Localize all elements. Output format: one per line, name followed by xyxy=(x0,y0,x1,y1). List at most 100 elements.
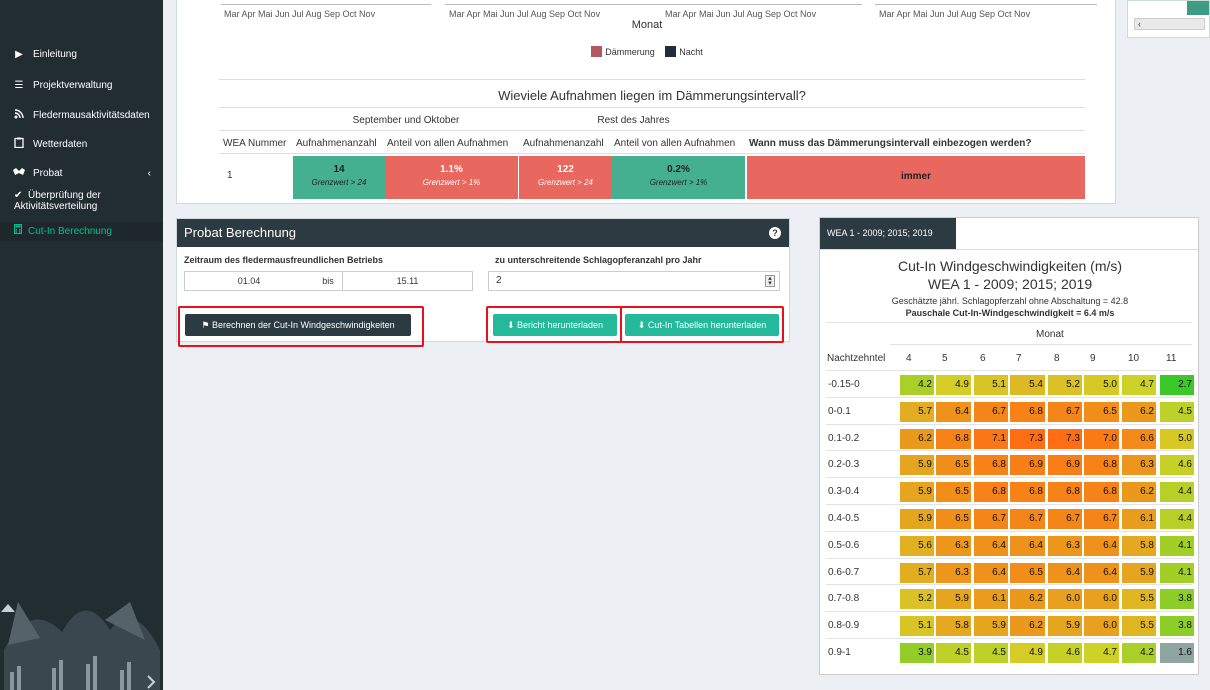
divider xyxy=(890,344,1192,345)
cut-in-cell: 1.6 xyxy=(1160,643,1194,663)
month-header: 7 xyxy=(1016,353,1022,364)
cut-in-cell: 7.3 xyxy=(1010,428,1045,449)
table-row: 0.7-0.8 5.2 5.9 6.1 6.2 6.0 6.0 5.5 3.8 xyxy=(826,584,1194,611)
divider xyxy=(219,130,1085,131)
teal-block xyxy=(1187,1,1209,15)
row-header-nachtzehntel: Nachtzehntel xyxy=(827,353,886,364)
cut-in-cell: 6.2 xyxy=(1010,616,1045,637)
cut-in-cell: 6.8 xyxy=(1010,482,1045,503)
divider xyxy=(826,322,1192,323)
table-row: 0.5-0.6 5.6 6.3 6.4 6.4 6.3 6.4 5.8 4.1 xyxy=(826,530,1194,558)
sidebar-item-projektverwaltung[interactable]: ☰ Projektverwaltung xyxy=(0,77,163,93)
horizontal-scrollbar[interactable]: ‹ xyxy=(1134,18,1205,30)
table-row: 0.1-0.2 6.2 6.8 7.1 7.3 7.3 7.0 6.6 5.0 xyxy=(826,423,1194,451)
cut-in-cell: 7.3 xyxy=(1048,428,1082,449)
x-axis-line xyxy=(875,4,1097,8)
sidebar-item-wetterdaten[interactable]: Wetterdaten xyxy=(0,136,163,152)
cut-in-cell: 3.9 xyxy=(900,643,934,663)
cut-in-cell: 5.5 xyxy=(1122,616,1156,637)
cut-in-cell: 6.4 xyxy=(1084,562,1119,583)
cut-in-cell: 4.4 xyxy=(1160,482,1194,503)
cut-in-cell: 6.2 xyxy=(1122,482,1156,503)
legend-entry-nacht: Nacht xyxy=(665,46,703,57)
row-label: 0-0.1 xyxy=(828,405,851,417)
cut-in-cell: 5.4 xyxy=(1010,375,1045,395)
tab-wea-1[interactable]: WEA 1 - 2009; 2015; 2019 xyxy=(820,218,956,249)
table-row: -0.15-0 4.2 4.9 5.1 5.4 5.2 5.0 4.7 2.7 xyxy=(826,370,1194,397)
cut-in-cell: 6.8 xyxy=(936,428,971,449)
bat-icon xyxy=(12,167,26,179)
period-label: Zeitraum des fledermausfreundlichen Betr… xyxy=(184,255,384,265)
column-header-count-sep-oct: Aufnahmenanzahl xyxy=(296,138,377,149)
cut-in-cell: 5.7 xyxy=(900,562,934,583)
cut-in-cell: 5.6 xyxy=(900,535,934,556)
cut-in-cell: 6.2 xyxy=(1010,589,1045,610)
number-spinner[interactable]: ▴ ▾ xyxy=(765,275,775,287)
cut-in-cell: 6.0 xyxy=(1084,589,1119,610)
help-icon[interactable]: ? xyxy=(769,227,781,239)
cut-in-cell: 6.5 xyxy=(936,509,971,529)
sidebar-subitem-cut-in[interactable]: Cut-In Berechnung xyxy=(0,222,163,241)
legend-swatch xyxy=(665,46,677,57)
cut-in-cell: 6.7 xyxy=(974,509,1008,529)
estimate-note: Geschätzte jährl. Schlagopferzahl ohne A… xyxy=(891,296,1129,306)
table-row: 0.2-0.3 5.9 6.5 6.8 6.9 6.9 6.8 6.3 4.6 xyxy=(826,450,1194,477)
row-label: 0.2-0.3 xyxy=(828,459,860,471)
column-header-share-sep-oct: Anteil von allen Aufnahmen xyxy=(387,138,509,149)
sidebar-item-probat[interactable]: Probat ‹ xyxy=(0,165,163,181)
cut-in-cell: 6.5 xyxy=(1084,401,1119,422)
sidebar-item-fledermausaktivitaetsdaten[interactable]: Fledermausaktivitätsdaten xyxy=(0,107,163,123)
cell-wea-number: 1 xyxy=(227,170,233,181)
cut-in-cell: 5.0 xyxy=(1160,428,1194,449)
cut-in-cell: 3.8 xyxy=(1160,589,1194,610)
month-header: 5 xyxy=(942,353,948,364)
sliders-icon: ☰ xyxy=(14,79,24,91)
row-label: 0.9-1 xyxy=(828,647,851,658)
period-from-input[interactable]: 01.04 xyxy=(184,271,314,291)
cut-in-cell: 5.8 xyxy=(936,616,971,637)
month-header: 11 xyxy=(1166,353,1177,364)
flat-rate-note: Pauschale Cut-In-Windgeschwindigkeit = 6… xyxy=(905,308,1115,318)
cut-in-table-panel: WEA 1 - 2009; 2015; 2019 Cut-In Windgesc… xyxy=(819,217,1200,675)
activity-chart-panel: Mar Apr Mai Jun Jul Aug Sep Oct Nov Mar … xyxy=(176,0,1116,204)
cut-in-cell: 4.1 xyxy=(1160,562,1194,583)
victims-number-input[interactable]: 2 ▴ ▾ xyxy=(488,271,780,291)
cut-in-cell: 6.0 xyxy=(1048,589,1082,610)
cut-in-cell: 6.3 xyxy=(1122,455,1156,476)
cut-in-cell: 6.5 xyxy=(936,455,971,476)
cell-share-sep-oct: 1.1% Grenzwert > 1% xyxy=(385,156,518,199)
sidebar-subitem-label-line1: Überprüfung der xyxy=(28,190,101,201)
row-label: 0.6-0.7 xyxy=(828,566,860,578)
cut-in-cell: 6.8 xyxy=(1048,482,1082,503)
cut-in-cell: 6.0 xyxy=(1084,616,1119,637)
month-header: 6 xyxy=(980,353,986,364)
period-to-input[interactable]: 15.11 xyxy=(342,271,473,291)
legend-label: Nacht xyxy=(679,47,703,57)
cut-in-cell: 5.9 xyxy=(974,616,1008,637)
sidebar-item-einleitung[interactable]: ▶ Einleitung xyxy=(0,46,163,62)
cut-in-cell: 6.3 xyxy=(1048,535,1082,556)
chart-legend: Dämmerung Nacht xyxy=(177,46,1117,57)
cut-in-cell: 6.7 xyxy=(1048,509,1082,529)
cut-in-cell: 4.1 xyxy=(1160,535,1194,556)
cut-in-cell: 6.6 xyxy=(1122,428,1156,449)
cut-in-cell: 6.9 xyxy=(1048,455,1082,476)
cut-in-cell: 6.8 xyxy=(1084,482,1119,503)
victims-label: zu unterschreitende Schlagopferanzahl pr… xyxy=(495,255,702,265)
play-icon: ▶ xyxy=(15,48,23,60)
table-row: 0.3-0.4 5.9 6.5 6.8 6.8 6.8 6.8 6.2 4.4 xyxy=(826,477,1194,504)
cut-in-cell: 5.1 xyxy=(974,375,1008,395)
cut-in-cell: 6.5 xyxy=(936,482,971,503)
sidebar: ▶ Einleitung ☰ Projektverwaltung Flederm… xyxy=(0,0,163,690)
column-header-count-rest: Aufnahmenanzahl xyxy=(523,138,604,149)
row-label: 0.7-0.8 xyxy=(828,593,860,605)
cut-in-cell: 2.7 xyxy=(1160,375,1194,395)
cut-in-cell: 6.8 xyxy=(974,482,1008,503)
scroll-left-icon[interactable]: ‹ xyxy=(1138,19,1141,29)
probat-header: Probat Berechnung ? xyxy=(177,219,789,247)
sidebar-subitem-aktivitaetsverteilung[interactable]: ✔ Überprüfung der Aktivitätsverteilung xyxy=(0,190,163,220)
highlight-frame xyxy=(178,306,424,347)
row-label: 0.3-0.4 xyxy=(828,486,860,498)
cut-in-cell: 4.5 xyxy=(936,643,971,663)
probat-title: Probat Berechnung xyxy=(184,225,297,240)
